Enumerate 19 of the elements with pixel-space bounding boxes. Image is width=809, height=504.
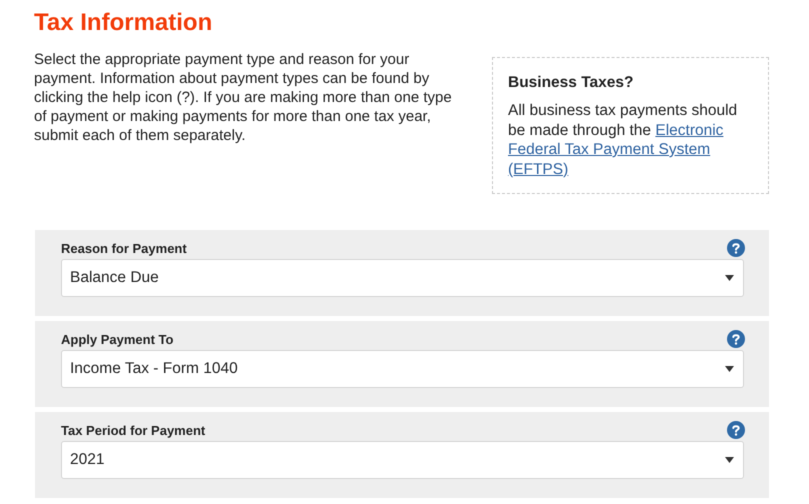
eftps-link[interactable]: Federal Tax Payment System — [508, 141, 710, 158]
info-text: All business tax payments should be made through the Electronic Federal Tax Payment System (EFTPS) — [508, 101, 738, 179]
help-icon[interactable] — [727, 239, 745, 257]
help-icon[interactable] — [727, 421, 745, 439]
select-field[interactable]: Income Tax - Form 1040 — [61, 350, 744, 388]
info-heading: Business Taxes? — [508, 74, 634, 92]
field-label: Reason for Payment — [61, 240, 187, 256]
help-icon[interactable] — [727, 330, 745, 348]
caret-icon — [725, 366, 734, 372]
eftps-link[interactable]: (EFTPS) — [508, 160, 568, 178]
field-label: Apply Payment To — [61, 332, 174, 346]
caret-icon — [725, 275, 734, 281]
select-field[interactable]: 2021 — [61, 441, 744, 479]
intro-paragraph: Select the appropriate payment type and reason for your payment. Information about payment types can be found by clicking the help icon (?). If you are making more than one type of payment or making payments for more than one tax year, submit each of them separately. — [34, 50, 453, 146]
eftps-link[interactable]: Electronic — [655, 122, 724, 138]
caret-icon — [725, 457, 734, 463]
select-field[interactable]: Balance Due — [61, 259, 744, 297]
field-label: Tax Period for Payment — [61, 422, 206, 438]
page-title: Tax Information — [34, 8, 214, 38]
